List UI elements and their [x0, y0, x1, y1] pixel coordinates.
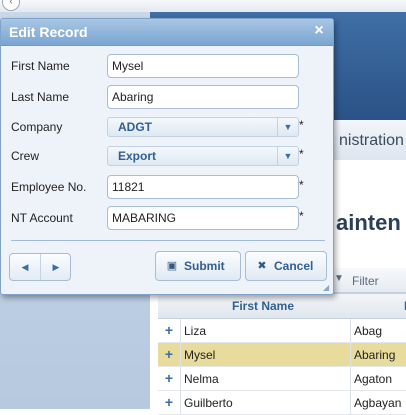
- nt-account-label: NT Account: [11, 211, 73, 225]
- column-header-first-name[interactable]: First Name: [232, 299, 294, 313]
- cell-last-name: Agaton: [354, 372, 393, 386]
- employee-no-label: Employee No.: [11, 180, 87, 194]
- first-name-label: First Name: [11, 59, 70, 73]
- tab-administration[interactable]: nistration: [330, 120, 406, 161]
- required-mark: *: [299, 118, 304, 132]
- expand-row-icon[interactable]: +: [158, 343, 181, 366]
- first-name-field[interactable]: [107, 54, 299, 78]
- cell-last-name: Agbayan: [354, 396, 402, 410]
- cell-first-name: Mysel: [184, 348, 216, 362]
- filter-button[interactable]: Filter: [352, 274, 379, 288]
- table-row[interactable]: + Guilberto Agbayan: [158, 391, 406, 415]
- cancel-button[interactable]: ✖ Cancel: [245, 251, 327, 281]
- expand-row-icon[interactable]: +: [158, 319, 181, 342]
- submit-button[interactable]: ▣ Submit: [155, 251, 241, 281]
- last-name-field[interactable]: [107, 85, 299, 109]
- employee-no-field[interactable]: [107, 175, 299, 199]
- cell-first-name: Guilberto: [184, 396, 233, 410]
- cell-first-name: Nelma: [184, 372, 219, 386]
- dialog-header[interactable]: Edit Record ×: [1, 19, 333, 46]
- last-name-row: Last Name: [1, 85, 333, 109]
- back-icon[interactable]: ‹: [2, 0, 20, 11]
- company-row: Company ADGT ▼ *: [1, 115, 333, 139]
- nt-account-row: NT Account *: [1, 206, 333, 230]
- expand-row-icon[interactable]: +: [158, 367, 181, 390]
- company-select[interactable]: ADGT ▼: [107, 117, 299, 137]
- crew-select-value: Export: [118, 149, 157, 163]
- save-icon: ▣: [166, 260, 178, 272]
- crew-select[interactable]: Export ▼: [107, 146, 299, 166]
- expand-row-icon[interactable]: +: [158, 391, 181, 414]
- first-name-row: First Name: [1, 54, 333, 78]
- dialog-title: Edit Record: [9, 24, 88, 40]
- crew-label: Crew: [11, 149, 40, 163]
- company-label: Company: [11, 120, 63, 134]
- cell-first-name: Liza: [184, 324, 207, 338]
- filter-icon[interactable]: ▼: [334, 274, 344, 284]
- divider: [11, 240, 325, 241]
- table-row-selected[interactable]: + Mysel Abaring: [158, 343, 406, 367]
- chevron-down-icon[interactable]: ▼: [277, 118, 298, 136]
- last-name-label: Last Name: [11, 90, 70, 104]
- employee-no-row: Employee No. *: [1, 175, 333, 199]
- close-icon[interactable]: ×: [311, 23, 327, 39]
- cell-last-name: Abag: [354, 324, 383, 338]
- next-record-button[interactable]: ▶: [41, 254, 71, 280]
- cancel-button-label: Cancel: [274, 259, 314, 273]
- required-mark: *: [299, 178, 304, 192]
- cancel-icon: ✖: [257, 260, 267, 272]
- cell-last-name: Abaring: [354, 348, 396, 362]
- required-mark: *: [299, 147, 304, 161]
- previous-record-button[interactable]: ◀: [10, 254, 41, 280]
- chevron-down-icon[interactable]: ▼: [277, 147, 298, 165]
- table-row[interactable]: + Nelma Agaton: [158, 367, 406, 391]
- table-row[interactable]: + Liza Abag: [158, 319, 406, 343]
- records-grid: First Name L + Liza Abag + Mysel Abaring…: [158, 293, 406, 415]
- crew-row: Crew Export ▼ *: [1, 144, 333, 168]
- edit-record-dialog: Edit Record × First Name Last Name Compa…: [0, 18, 334, 295]
- resize-grip-icon[interactable]: ◢: [323, 284, 331, 292]
- submit-button-label: Submit: [184, 259, 225, 273]
- tab-administration-label: nistration: [339, 132, 404, 149]
- grid-header: First Name L: [158, 293, 406, 319]
- required-mark: *: [299, 209, 304, 223]
- page-title: ainten: [336, 210, 401, 235]
- company-select-value: ADGT: [118, 120, 152, 134]
- nt-account-field[interactable]: [107, 206, 299, 230]
- record-pager: ◀ ▶: [9, 253, 71, 281]
